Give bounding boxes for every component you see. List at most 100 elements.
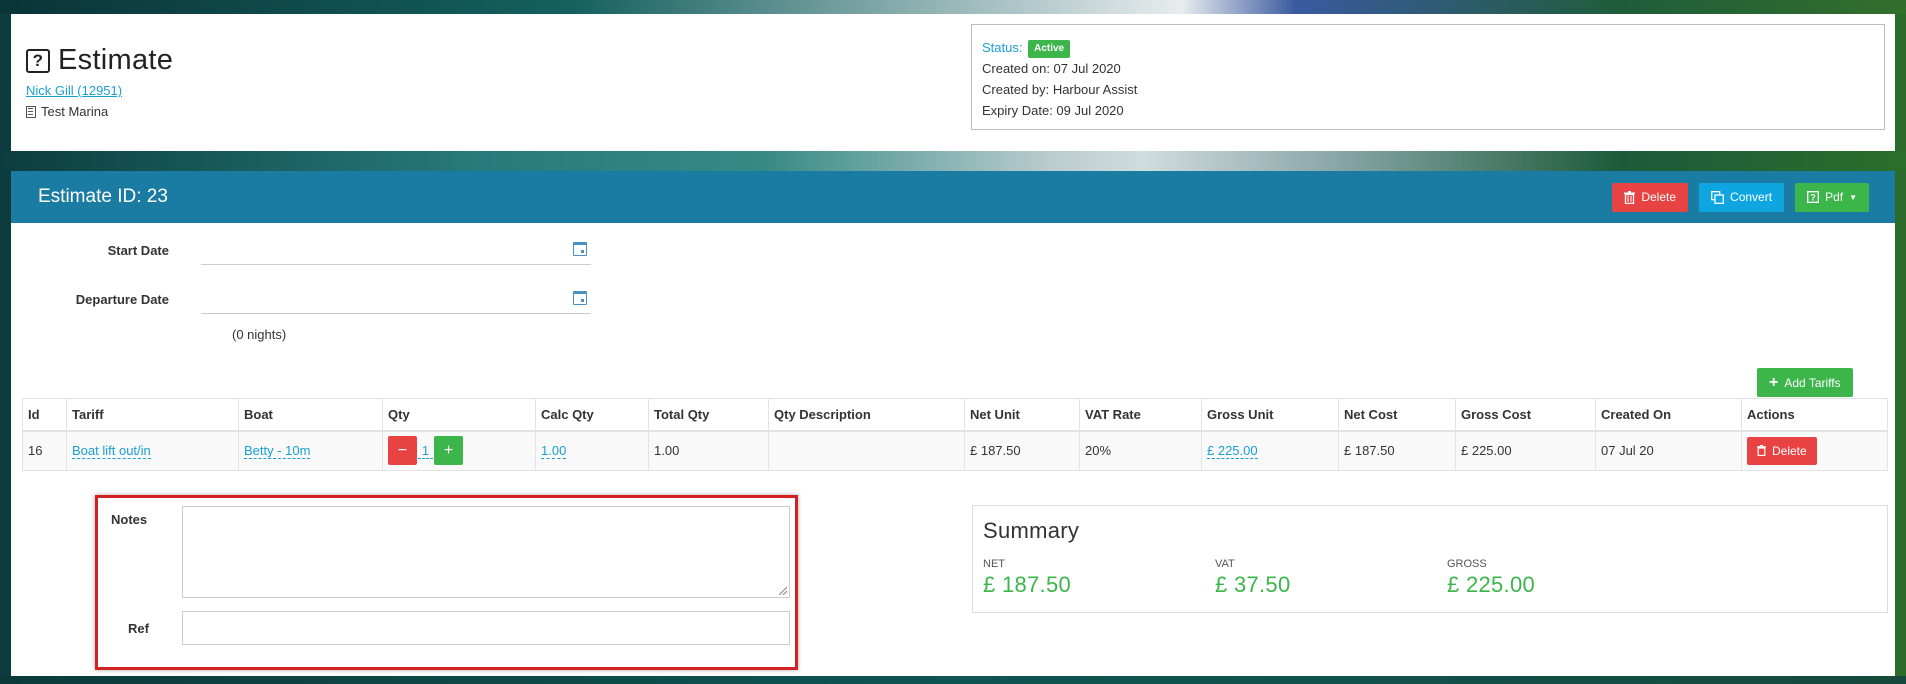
column-header: Gross Cost [1455,398,1596,432]
expiry-date: Expiry Date: 09 Jul 2020 [982,103,1124,118]
start-date-input[interactable] [201,235,591,265]
column-header: Id [22,398,67,432]
cell-id: 16 [22,430,67,471]
building-icon [26,105,36,118]
delete-estimate-button[interactable]: Delete [1612,182,1689,212]
column-header: Net Cost [1338,398,1456,432]
table-header-row: Id Tariff Boat Qty Calc Qty Total Qty Qt… [22,398,1888,432]
pdf-dropdown-button[interactable]: ? Pdf ▼ [1795,182,1869,212]
svg-text:?: ? [1810,192,1816,202]
cell-created-on: 07 Jul 20 [1595,430,1742,471]
calendar-icon[interactable] [573,291,587,305]
customer-link[interactable]: Nick Gill (12951) [26,83,122,98]
cell-net-cost: £ 187.50 [1338,430,1456,471]
background-top [0,0,1906,14]
departure-date-label: Departure Date [75,291,169,307]
delete-estimate-label: Delete [1641,190,1677,204]
created-by: Created by: Harbour Assist [982,82,1138,97]
column-header: Qty [382,398,536,432]
calc-qty-link[interactable]: 1.00 [541,443,567,460]
cell-gross-unit: £ 225.00 [1201,430,1339,471]
delete-row-button[interactable]: Delete [1747,436,1817,465]
cell-boat: Betty - 10m [238,430,383,471]
question-icon: ? [1807,191,1820,203]
cell-qty-description [768,430,965,471]
calendar-icon[interactable] [573,242,587,256]
marina-name: Test Marina [41,104,109,119]
summary-net: NET £ 187.50 [983,558,1215,598]
column-header: Calc Qty [535,398,649,432]
summary-vat: VAT £ 37.50 [1215,558,1447,598]
nights-count: (0 nights) [232,327,287,342]
column-header: VAT Rate [1079,398,1202,432]
cell-vat-rate: 20% [1079,430,1202,471]
page-title-text: Estimate [58,44,174,76]
summary-items: NET £ 187.50 VAT £ 37.50 GROSS £ 225.00 [983,558,1877,598]
convert-label: Convert [1730,190,1773,204]
column-header: Qty Description [768,398,965,432]
boat-link[interactable]: Betty - 10m [244,443,311,460]
table-row: 16 Boat lift out/in Betty - 10m − 1 + 1.… [22,430,1888,471]
summary-gross: GROSS £ 225.00 [1447,558,1679,598]
start-date-label: Start Date [107,242,169,258]
vat-label: VAT [1215,558,1235,570]
copy-icon [1711,190,1724,204]
panel-heading: Estimate ID: 23 Delete Convert ? Pdf ▼ [11,171,1895,223]
notes-ref-section: Notes Ref [95,495,798,670]
gross-label: GROSS [1447,558,1487,570]
summary-box: Summary NET £ 187.50 VAT £ 37.50 GROSS £… [972,505,1888,613]
estimate-id-title: Estimate ID: 23 [38,186,168,207]
ref-input[interactable] [182,611,790,645]
cell-calc-qty: 1.00 [535,430,649,471]
gross-unit-link[interactable]: £ 225.00 [1207,443,1258,460]
cell-tariff: Boat lift out/in [66,430,239,471]
status-line: Status: Active [982,37,1874,58]
add-tariffs-button[interactable]: + Add Tariffs [1757,368,1853,397]
caret-down-icon: ▼ [1849,192,1857,202]
start-date-row: Start Date [11,235,591,265]
cell-qty: − 1 + [382,430,536,471]
pdf-label: Pdf [1825,190,1844,204]
column-header: Tariff [66,398,239,432]
estimate-header-panel: ? Estimate Nick Gill (12951) Test Marina… [11,14,1895,151]
summary-title: Summary [983,518,1080,543]
cell-net-unit: £ 187.50 [964,430,1080,471]
column-header: Created On [1595,398,1742,432]
cell-actions: Delete [1741,430,1888,471]
resize-handle-icon[interactable] [779,587,787,595]
increase-qty-button[interactable]: + [434,436,463,466]
net-value: £ 187.50 [983,572,1072,597]
column-header: Boat [238,398,383,432]
departure-date-row: Departure Date [11,284,591,314]
marina-info: Test Marina [26,104,108,119]
created-on: Created on: 07 Jul 2020 [982,61,1121,76]
qty-value[interactable]: 1 [418,443,433,459]
estimate-main-panel: Estimate ID: 23 Delete Convert ? Pdf ▼ S… [11,171,1895,676]
column-header: Total Qty [648,398,769,432]
trash-icon [1757,445,1766,457]
decrease-qty-button[interactable]: − [388,436,417,466]
notes-textarea[interactable] [182,506,790,598]
background-band [0,150,1906,172]
tariff-link[interactable]: Boat lift out/in [72,443,151,460]
convert-button[interactable]: Convert [1699,182,1785,212]
trash-icon [1624,190,1636,204]
question-icon: ? [26,48,50,73]
cell-gross-cost: £ 225.00 [1455,430,1596,471]
plus-icon: + [1769,373,1779,391]
vat-value: £ 37.50 [1215,572,1291,597]
status-badge: Active [1028,39,1071,58]
page-title: ? Estimate [26,44,173,77]
ref-label: Ref [128,621,149,636]
quantity-stepper: − 1 + [388,436,530,466]
gross-value: £ 225.00 [1447,572,1536,597]
column-header: Gross Unit [1201,398,1339,432]
delete-row-label: Delete [1772,443,1807,458]
panel-actions: Delete Convert ? Pdf ▼ [1612,182,1869,212]
departure-date-input[interactable] [201,284,591,314]
column-header: Net Unit [964,398,1080,432]
background-bottom [0,676,1906,684]
tariffs-table: Id Tariff Boat Qty Calc Qty Total Qty Qt… [22,398,1888,471]
status-label: Status: [982,40,1023,55]
add-tariffs-label: Add Tariffs [1784,375,1841,390]
